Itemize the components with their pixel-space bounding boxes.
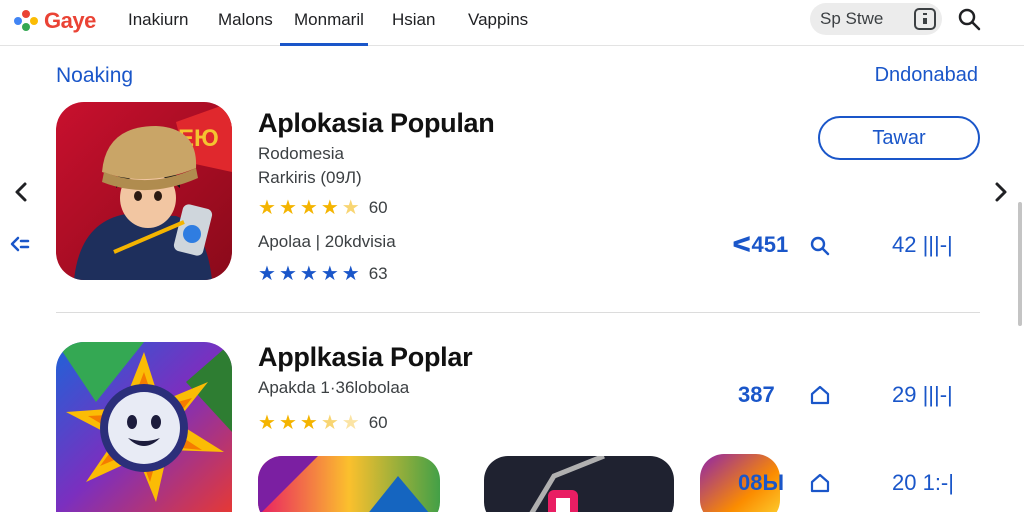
star-icon: ★ [341,263,360,285]
nav-item-3-active[interactable]: Monmaril [280,0,368,46]
app-title-2[interactable]: Applkasia Poplar [258,342,473,373]
back-icon[interactable] [8,232,32,256]
star-icon: ★ [278,263,297,285]
brand-name: Gaye [44,8,96,33]
brand-logo[interactable]: Gaye [14,8,96,34]
star-icon: ★ [258,412,276,434]
home-icon[interactable] [808,471,832,495]
stat-left-1: ᐸ451 [732,232,789,257]
store-switcher[interactable]: Sp Stwe [810,3,942,35]
nav-item-1[interactable]: Inakiurn [128,0,188,46]
app-category-1: Rarkiris (09Л) [258,168,362,187]
star-icon: ★ [320,197,339,219]
star-icon: ★ [258,263,276,285]
stat-left-2: 387 [738,382,775,407]
stat-left-3: 08Ы [738,470,785,495]
rating-count-1: 60 [368,198,388,217]
stat-right-2: 29 |||-| [892,382,953,407]
app-title-1[interactable]: Aplokasia Populan [258,108,495,139]
install-button[interactable]: Tawar [818,116,980,160]
chevron-left-icon[interactable] [10,180,34,204]
rating-stars-1: ★ ★ ★ ★ ★ 60 [258,198,388,218]
app-subtitle-1: Rodomesia [258,144,344,163]
home-icon[interactable] [808,383,832,407]
app-thumbnail-3[interactable] [258,456,440,512]
app-icon-2[interactable] [56,342,232,512]
nav-item-4[interactable]: Hsian [392,0,435,46]
rating-count-1b: 63 [368,264,388,283]
chevron-right-icon[interactable] [988,180,1012,204]
section-title: Noaking [56,64,134,87]
star-empty-icon: ★ [341,412,360,434]
app-icon-1[interactable]: ЕЮ [56,102,232,280]
star-half-icon: ★ [320,412,339,434]
nav-item-5[interactable]: Vappins [468,0,528,46]
row-divider [56,312,980,313]
app-meta-1: Apolaa | 20kdvisia [258,232,396,251]
store-icon[interactable] [914,8,936,30]
search-icon[interactable] [808,234,832,258]
stat-right-3: 20 1:-| [892,470,954,495]
rating-stars-1b: ★ ★ ★ ★ ★ 63 [258,264,388,284]
star-icon: ★ [320,263,339,285]
app-meta-2: Apakda 1·36lobolaa [258,378,410,397]
star-icon: ★ [278,412,297,434]
star-icon: ★ [299,197,318,219]
top-bar: Gaye Inakiurn Malons Monmaril Hsian Vapp… [0,0,1024,46]
logo-mark-icon [14,10,40,32]
rating-stars-2: ★ ★ ★ ★ ★ 60 [258,413,388,433]
app-thumbnail-4[interactable] [484,456,674,512]
stat-right-1: 42 |||-| [892,232,953,257]
store-label: Sp Stwe [820,9,884,28]
star-icon: ★ [299,412,318,434]
star-icon: ★ [278,197,297,219]
search-icon[interactable] [956,6,982,32]
star-icon: ★ [299,263,318,285]
nav-item-2[interactable]: Malons [218,0,273,46]
rating-count-2: 60 [368,413,388,432]
star-half-icon: ★ [341,197,360,219]
download-link[interactable]: Dndonabad [875,64,978,87]
scrollbar[interactable] [1018,202,1022,326]
star-icon: ★ [258,197,276,219]
